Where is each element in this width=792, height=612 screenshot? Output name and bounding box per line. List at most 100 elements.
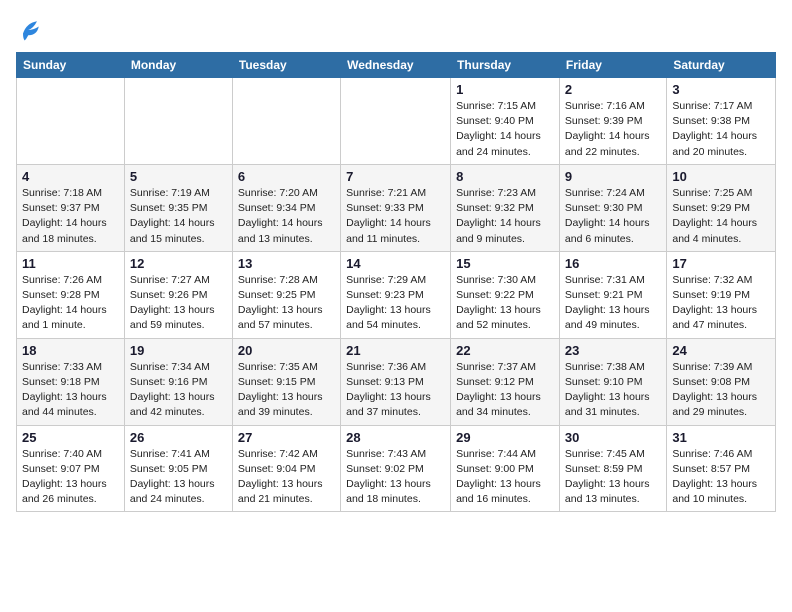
day-number: 21 [346, 343, 445, 358]
calendar-cell: 22Sunrise: 7:37 AMSunset: 9:12 PMDayligh… [451, 338, 560, 425]
calendar-cell: 23 Sunrise: 7:38 AMSunset: 9:10 PMDayligh… [559, 338, 666, 425]
day-info: Sunrise: 7:36 AMSunset: 9:13 PMDaylight:… [346, 360, 445, 421]
header-day-monday: Monday [124, 53, 232, 78]
day-number: 15 [456, 256, 554, 271]
day-number: 16 [565, 256, 661, 271]
day-info: Sunrise: 7:30 AMSunset: 9:22 PMDaylight:… [456, 273, 554, 334]
calendar-cell: 19 Sunrise: 7:34 AMSunset: 9:16 PMDayligh… [124, 338, 232, 425]
calendar-cell: 21 Sunrise: 7:36 AMSunset: 9:13 PMDayligh… [341, 338, 451, 425]
day-number: 26 [130, 430, 227, 445]
calendar-week-3: 11 Sunrise: 7:26 AMSunset: 9:28 PMDayligh… [17, 251, 776, 338]
day-info: Sunrise: 7:26 AMSunset: 9:28 PMDaylight:… [22, 273, 119, 334]
day-info: Sunrise: 7:39 AMSunset: 9:08 PMDaylight:… [672, 360, 770, 421]
day-number: 7 [346, 169, 445, 184]
day-info: Sunrise: 7:44 AMSunset: 9:00 PMDaylight:… [456, 447, 554, 508]
calendar-cell: 29Sunrise: 7:44 AMSunset: 9:00 PMDayligh… [451, 425, 560, 512]
day-info: Sunrise: 7:38 AMSunset: 9:10 PMDaylight:… [565, 360, 661, 421]
calendar-cell: 15 Sunrise: 7:30 AMSunset: 9:22 PMDayligh… [451, 251, 560, 338]
calendar-week-4: 18 Sunrise: 7:33 AMSunset: 9:18 PMDayligh… [17, 338, 776, 425]
day-number: 8 [456, 169, 554, 184]
calendar-table: SundayMondayTuesdayWednesdayThursdayFrid… [16, 52, 776, 512]
calendar-week-5: 25 Sunrise: 7:40 AMSunset: 9:07 PMDayligh… [17, 425, 776, 512]
day-info: Sunrise: 7:15 AMSunset: 9:40 PMDaylight:… [456, 99, 554, 160]
calendar-cell: 16 Sunrise: 7:31 AMSunset: 9:21 PMDayligh… [559, 251, 666, 338]
logo [16, 16, 48, 44]
day-info: Sunrise: 7:45 AMSunset: 8:59 PMDaylight:… [565, 447, 661, 508]
day-info: Sunrise: 7:31 AMSunset: 9:21 PMDaylight:… [565, 273, 661, 334]
day-info: Sunrise: 7:34 AMSunset: 9:16 PMDaylight:… [130, 360, 227, 421]
day-number: 27 [238, 430, 335, 445]
header-day-saturday: Saturday [667, 53, 776, 78]
day-number: 24 [672, 343, 770, 358]
calendar-cell: 31Sunrise: 7:46 AMSunset: 8:57 PMDayligh… [667, 425, 776, 512]
day-info: Sunrise: 7:28 AMSunset: 9:25 PMDaylight:… [238, 273, 335, 334]
day-number: 25 [22, 430, 119, 445]
day-info: Sunrise: 7:17 AMSunset: 9:38 PMDaylight:… [672, 99, 770, 160]
calendar-cell: 17Sunrise: 7:32 AMSunset: 9:19 PMDayligh… [667, 251, 776, 338]
calendar-cell [17, 78, 125, 165]
day-number: 9 [565, 169, 661, 184]
header-day-wednesday: Wednesday [341, 53, 451, 78]
day-number: 1 [456, 82, 554, 97]
calendar-cell: 26 Sunrise: 7:41 AMSunset: 9:05 PMDayligh… [124, 425, 232, 512]
calendar-cell: 8 Sunrise: 7:23 AMSunset: 9:32 PMDaylight… [451, 164, 560, 251]
day-info: Sunrise: 7:16 AMSunset: 9:39 PMDaylight:… [565, 99, 661, 160]
day-number: 4 [22, 169, 119, 184]
calendar-cell: 24 Sunrise: 7:39 AMSunset: 9:08 PMDayligh… [667, 338, 776, 425]
day-info: Sunrise: 7:42 AMSunset: 9:04 PMDaylight:… [238, 447, 335, 508]
calendar-week-1: 1 Sunrise: 7:15 AMSunset: 9:40 PMDaylight… [17, 78, 776, 165]
calendar-cell: 9 Sunrise: 7:24 AMSunset: 9:30 PMDaylight… [559, 164, 666, 251]
day-number: 30 [565, 430, 661, 445]
day-number: 28 [346, 430, 445, 445]
day-number: 2 [565, 82, 661, 97]
day-info: Sunrise: 7:21 AMSunset: 9:33 PMDaylight:… [346, 186, 445, 247]
day-number: 10 [672, 169, 770, 184]
header-day-tuesday: Tuesday [232, 53, 340, 78]
day-info: Sunrise: 7:41 AMSunset: 9:05 PMDaylight:… [130, 447, 227, 508]
header-day-sunday: Sunday [17, 53, 125, 78]
logo-icon [16, 16, 44, 44]
day-info: Sunrise: 7:40 AMSunset: 9:07 PMDaylight:… [22, 447, 119, 508]
calendar-cell: 28 Sunrise: 7:43 AMSunset: 9:02 PMDayligh… [341, 425, 451, 512]
day-info: Sunrise: 7:23 AMSunset: 9:32 PMDaylight:… [456, 186, 554, 247]
day-number: 12 [130, 256, 227, 271]
day-info: Sunrise: 7:19 AMSunset: 9:35 PMDaylight:… [130, 186, 227, 247]
day-number: 23 [565, 343, 661, 358]
day-info: Sunrise: 7:46 AMSunset: 8:57 PMDaylight:… [672, 447, 770, 508]
calendar-cell: 3 Sunrise: 7:17 AMSunset: 9:38 PMDaylight… [667, 78, 776, 165]
day-info: Sunrise: 7:37 AMSunset: 9:12 PMDaylight:… [456, 360, 554, 421]
day-number: 13 [238, 256, 335, 271]
day-info: Sunrise: 7:18 AMSunset: 9:37 PMDaylight:… [22, 186, 119, 247]
calendar-cell: 1 Sunrise: 7:15 AMSunset: 9:40 PMDaylight… [451, 78, 560, 165]
header-day-friday: Friday [559, 53, 666, 78]
calendar-cell [124, 78, 232, 165]
calendar-cell: 12 Sunrise: 7:27 AMSunset: 9:26 PMDayligh… [124, 251, 232, 338]
day-info: Sunrise: 7:35 AMSunset: 9:15 PMDaylight:… [238, 360, 335, 421]
day-info: Sunrise: 7:24 AMSunset: 9:30 PMDaylight:… [565, 186, 661, 247]
day-info: Sunrise: 7:43 AMSunset: 9:02 PMDaylight:… [346, 447, 445, 508]
day-number: 3 [672, 82, 770, 97]
calendar-cell: 10 Sunrise: 7:25 AMSunset: 9:29 PMDayligh… [667, 164, 776, 251]
day-number: 18 [22, 343, 119, 358]
calendar-cell: 11 Sunrise: 7:26 AMSunset: 9:28 PMDayligh… [17, 251, 125, 338]
calendar-cell: 5Sunrise: 7:19 AMSunset: 9:35 PMDaylight… [124, 164, 232, 251]
day-info: Sunrise: 7:25 AMSunset: 9:29 PMDaylight:… [672, 186, 770, 247]
day-number: 6 [238, 169, 335, 184]
page-header [16, 16, 776, 44]
day-number: 14 [346, 256, 445, 271]
calendar-week-2: 4 Sunrise: 7:18 AMSunset: 9:37 PMDaylight… [17, 164, 776, 251]
calendar-cell: 30 Sunrise: 7:45 AMSunset: 8:59 PMDayligh… [559, 425, 666, 512]
calendar-cell [232, 78, 340, 165]
calendar-cell [341, 78, 451, 165]
header-row: SundayMondayTuesdayWednesdayThursdayFrid… [17, 53, 776, 78]
calendar-cell: 2 Sunrise: 7:16 AMSunset: 9:39 PMDaylight… [559, 78, 666, 165]
day-info: Sunrise: 7:33 AMSunset: 9:18 PMDaylight:… [22, 360, 119, 421]
day-info: Sunrise: 7:32 AMSunset: 9:19 PMDaylight:… [672, 273, 770, 334]
calendar-cell: 6Sunrise: 7:20 AMSunset: 9:34 PMDaylight… [232, 164, 340, 251]
day-info: Sunrise: 7:29 AMSunset: 9:23 PMDaylight:… [346, 273, 445, 334]
day-number: 20 [238, 343, 335, 358]
day-number: 11 [22, 256, 119, 271]
day-info: Sunrise: 7:27 AMSunset: 9:26 PMDaylight:… [130, 273, 227, 334]
day-number: 19 [130, 343, 227, 358]
calendar-cell: 20 Sunrise: 7:35 AMSunset: 9:15 PMDayligh… [232, 338, 340, 425]
